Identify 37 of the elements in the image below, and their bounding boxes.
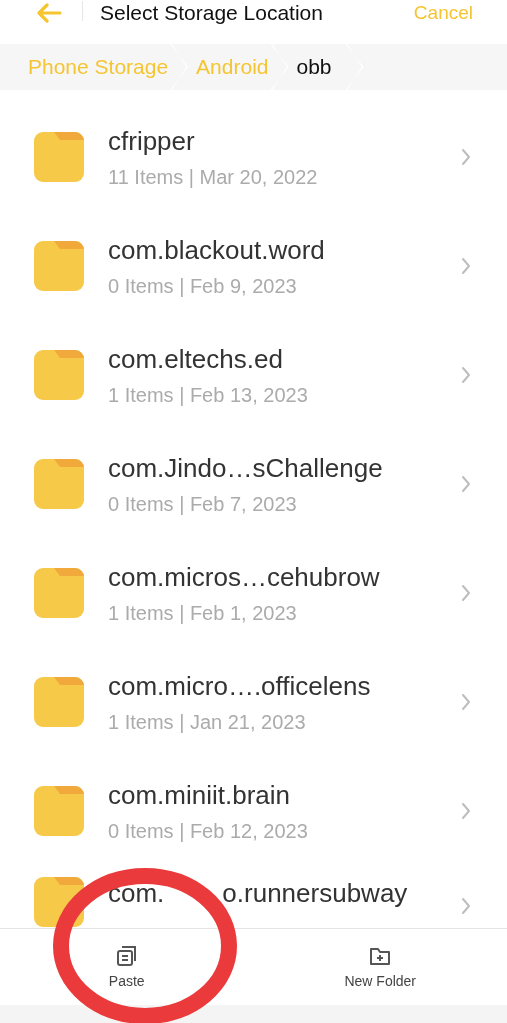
back-arrow-icon[interactable] — [36, 3, 62, 23]
folder-details: 11 Items | Mar 20, 2022 — [108, 164, 318, 189]
folder-details: 0 Items | Feb 7, 2023 — [108, 491, 297, 516]
stacked-pages-icon — [115, 945, 138, 967]
chevron-right-icon[interactable] — [461, 474, 471, 493]
folder-details: 0 Items | Feb 12, 2023 — [108, 818, 308, 843]
folder-name[interactable]: com.micro….officelens — [108, 669, 371, 702]
breadcrumb[interactable]: obb — [296, 44, 372, 90]
folder-name[interactable]: com.blackout.word — [108, 233, 325, 266]
folder-icon — [34, 567, 84, 618]
folder-name[interactable]: cfripper — [108, 124, 195, 157]
folder-name[interactable]: com.micros…cehubrow — [108, 560, 380, 593]
chevron-right-icon[interactable] — [461, 365, 471, 384]
folder-plus-icon — [369, 945, 392, 967]
folder-name[interactable]: com. — [108, 883, 165, 903]
chevron-right-icon[interactable] — [461, 692, 471, 711]
chevron-right-icon[interactable] — [461, 256, 471, 275]
folder-details: 1 Items | Feb 1, 2023 — [108, 600, 297, 625]
folder-icon — [34, 785, 84, 836]
folder-details: 0 Items | Feb 9, 2023 — [108, 273, 297, 298]
folder-icon — [34, 458, 84, 509]
folder-name[interactable]: com.miniit.brain — [108, 778, 291, 811]
folder-name[interactable]: com.Jindo…sChallenge — [108, 451, 383, 484]
chevron-right-icon[interactable] — [461, 801, 471, 820]
folder-icon — [34, 349, 84, 400]
folder-name[interactable]: com.eltechs.ed — [108, 342, 283, 375]
folder-details: 1 Items | Feb 13, 2023 — [108, 382, 308, 407]
folder-icon — [34, 131, 84, 182]
folder-icon — [34, 676, 84, 727]
chevron-right-icon[interactable] — [461, 583, 471, 602]
new-folder-button[interactable]: New Folder — [253, 929, 507, 1005]
screen-title: Select Storage Location — [100, 1, 323, 25]
folder-icon — [34, 240, 84, 291]
chevron-right-icon[interactable] — [461, 147, 471, 166]
folder-details: 1 Items | Jan 21, 2023 — [108, 709, 306, 734]
paste-button[interactable]: Paste — [0, 929, 254, 1005]
chevron-right-icon[interactable] — [461, 897, 471, 915]
